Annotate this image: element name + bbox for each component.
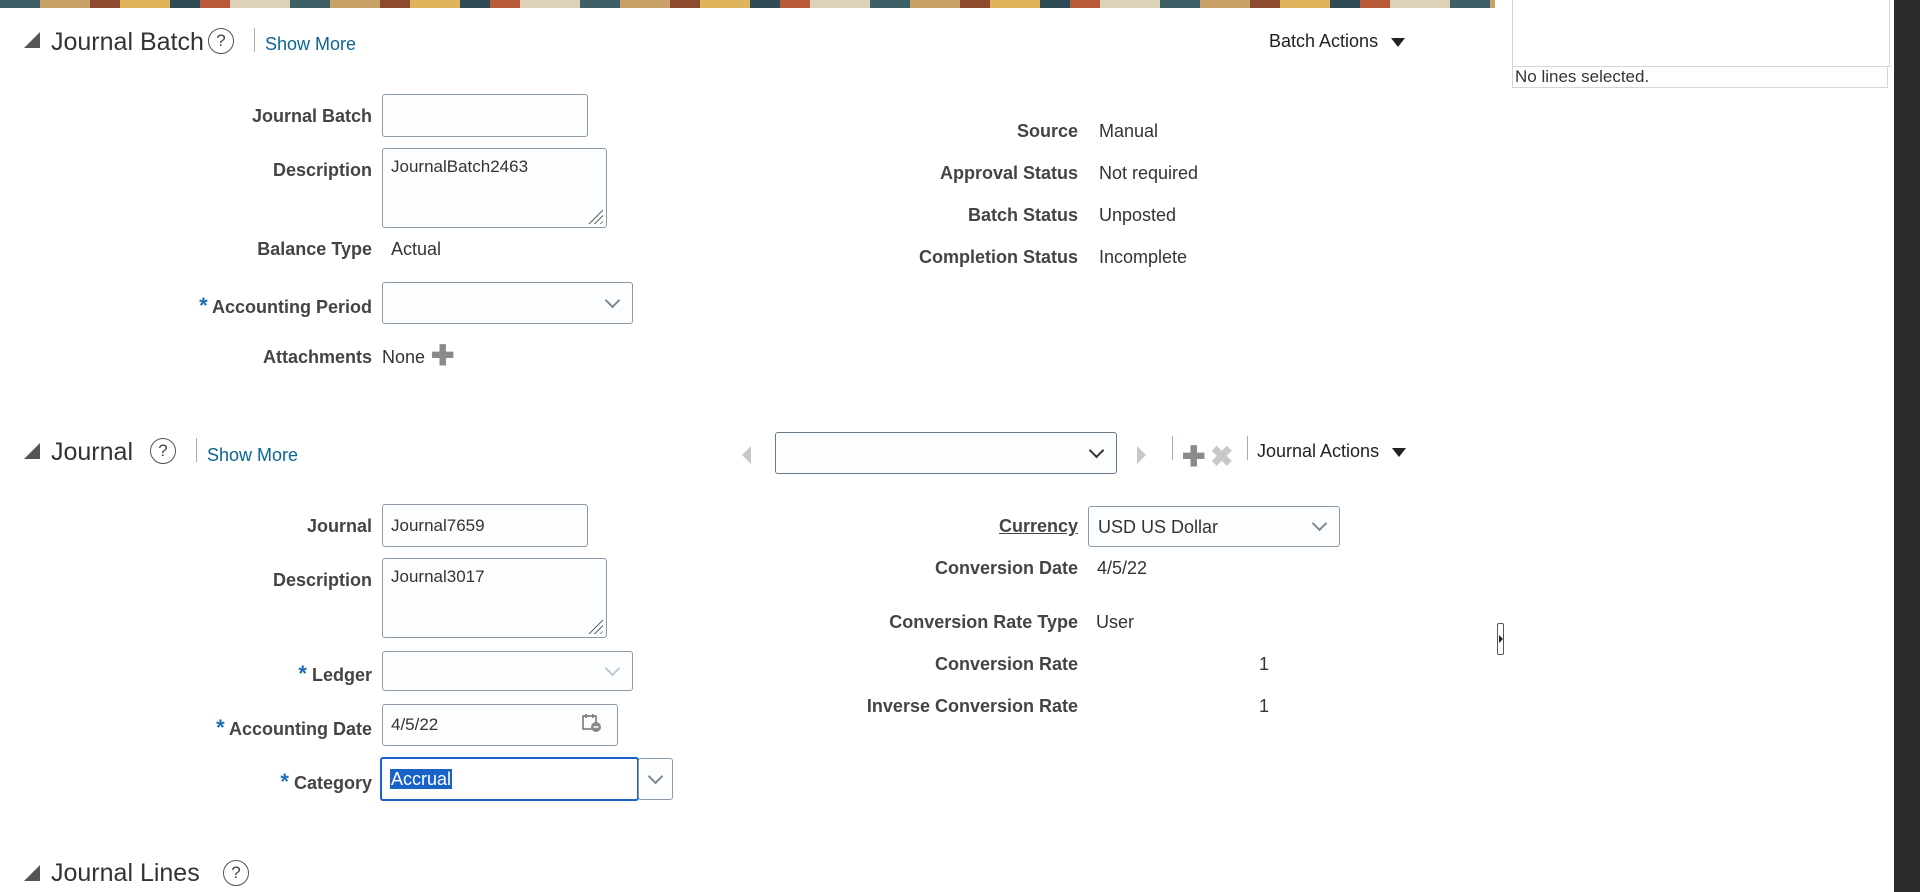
help-icon[interactable]: ? [223,860,249,886]
conversion-rate-value: 1 [1259,654,1270,674]
journal-actions-label: Journal Actions [1257,441,1380,461]
window-edge [1894,0,1920,892]
header-banner-image [0,0,1495,8]
collapse-triangle-icon[interactable] [24,32,40,48]
accounting-period-label-wrap: * Accounting Period [199,293,372,319]
next-journal-icon[interactable] [1137,446,1146,464]
required-marker: * [298,661,307,686]
journal-batch-section-title: Journal Batch [51,28,204,56]
batch-actions-label: Batch Actions [1269,31,1379,51]
accounting-date-label-wrap: * Accounting Date [216,715,372,741]
batch-description-textarea[interactable]: JournalBatch2463 [382,148,607,228]
completion-status-label: Completion Status [918,247,1078,267]
journal-name-label: Journal [306,516,372,536]
dropdown-caret-icon [1390,38,1405,48]
previous-journal-icon[interactable] [742,446,751,464]
expand-arrow-icon [1499,635,1503,643]
balance-type-label: Balance Type [257,239,372,259]
attachments-value: None [382,347,426,367]
lines-selection-status: No lines selected. [1512,66,1888,88]
panel-splitter-handle[interactable] [1497,623,1504,655]
calendar-icon[interactable] [582,713,602,733]
category-value: Accrual [390,769,453,790]
collapse-triangle-icon[interactable] [24,443,40,459]
journal-actions-menu[interactable]: Journal Actions [1257,441,1406,462]
required-marker: * [216,715,225,740]
header-separator [196,438,197,462]
completion-status-value: Incomplete [1099,247,1188,267]
required-marker: * [199,293,208,318]
category-label: Category [293,773,372,793]
close-icon[interactable]: ✖ [1210,443,1233,471]
ledger-label: Ledger [311,665,372,685]
accounting-date-label: Accounting Date [228,719,372,739]
chevron-down-icon [604,292,621,309]
balance-type-value: Actual [391,239,442,259]
journal-batch-label: Journal Batch [251,106,372,126]
add-attachment-plus-icon[interactable]: ✚ [431,342,454,370]
batch-show-more-link[interactable]: Show More [265,34,356,55]
journal-batch-input[interactable] [382,94,588,137]
inverse-conversion-rate-label: Inverse Conversion Rate [866,696,1078,716]
batch-actions-menu[interactable]: Batch Actions [1269,31,1405,52]
category-selected-text: Accrual [390,769,453,789]
header-separator [254,28,255,52]
source-label: Source [1016,121,1078,141]
journal-lines-section-title: Journal Lines [51,859,200,887]
accounting-period-label: Accounting Period [211,297,372,317]
currency-value: USD US Dollar [1098,517,1219,537]
category-input[interactable]: Accrual [380,757,639,801]
accounting-period-select[interactable] [382,282,633,324]
conversion-rate-label: Conversion Rate [934,654,1078,674]
lines-summary-panel: No lines selected. [1512,0,1890,90]
journal-section-title: Journal [51,438,133,466]
currency-label[interactable]: Currency [999,516,1078,537]
attachments-label: Attachments [262,347,372,367]
required-marker: * [280,769,289,794]
conversion-rate-type-label: Conversion Rate Type [889,612,1078,632]
chevron-down-icon [1311,515,1328,532]
batch-description-label: Description [272,160,372,180]
batch-status-label: Batch Status [967,205,1078,225]
currency-select[interactable]: USD US Dollar [1088,506,1340,547]
toolbar-separator [1247,436,1248,460]
help-icon[interactable]: ? [150,438,176,464]
journal-selector-select[interactable] [775,432,1117,474]
journal-show-more-link[interactable]: Show More [207,445,298,466]
ledger-label-wrap: * Ledger [298,661,372,687]
source-value: Manual [1099,121,1159,141]
journal-description-textarea[interactable]: Journal3017 [382,558,607,638]
inverse-conversion-rate-value: 1 [1259,696,1270,716]
chevron-down-icon [604,660,621,677]
category-label-wrap: * Category [280,769,372,795]
journal-name-input[interactable] [382,504,588,547]
conversion-rate-type-value: User [1096,612,1135,632]
chevron-down-icon [647,768,664,785]
collapse-triangle-icon[interactable] [24,865,40,881]
batch-status-value: Unposted [1099,205,1177,225]
conversion-date-label: Conversion Date [934,558,1078,578]
journal-description-label: Description [272,570,372,590]
category-dropdown-button[interactable] [638,758,673,800]
approval-status-label: Approval Status [939,163,1078,183]
conversion-date-value: 4/5/22 [1097,558,1148,578]
toolbar-separator [1172,436,1173,460]
approval-status-value: Not required [1099,163,1199,183]
add-journal-plus-icon[interactable]: ✚ [1182,443,1205,471]
ledger-select[interactable] [382,651,633,691]
lines-summary-box [1512,0,1890,67]
help-icon[interactable]: ? [208,28,234,54]
chevron-down-icon [1088,442,1105,459]
dropdown-caret-icon [1391,448,1406,458]
